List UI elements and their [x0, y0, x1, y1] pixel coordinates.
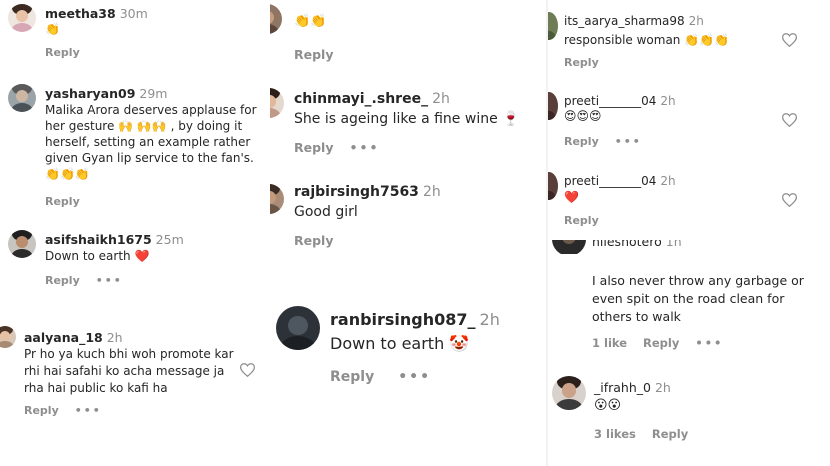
timestamp: 30m — [119, 6, 148, 21]
username[interactable]: meetha38 — [45, 6, 116, 21]
comment-item: rajbirsingh7563 2h Good girl Reply — [270, 180, 546, 254]
reply-button[interactable]: Reply — [564, 56, 599, 69]
cropped-header: nilesnotero 1h — [548, 240, 830, 254]
comment-text: 😮😮 — [594, 398, 622, 413]
comment-text: She is ageing like a fine wine 🍷 — [294, 111, 520, 127]
comment-item: aalyana_18 2h Pr ho ya kuch bhi woh promo… — [0, 324, 270, 424]
heart-outline-icon[interactable] — [781, 112, 798, 131]
comment-item: preeti_______04 2h ❤️ Reply — [548, 168, 830, 226]
comment-item: nilesnotero 1h I also never throw any gar… — [548, 240, 830, 356]
comment-item: ranbirsingh087_ 2h Down to earth 🤡 Reply •… — [270, 300, 546, 400]
more-options-button[interactable]: ••• — [615, 135, 642, 148]
comment-item: _ifrahh_0 2h 😮😮 3 likes Reply — [548, 372, 830, 452]
reply-button[interactable]: Reply — [330, 369, 374, 385]
comment-text: 👏 — [45, 22, 60, 36]
reply-button[interactable]: Reply — [294, 233, 333, 248]
avatar[interactable] — [552, 240, 586, 254]
comment-text: responsible woman 👏👏👏 — [564, 33, 730, 47]
comments-panel-1: meetha38 30m 👏 Reply yasharyan09 29m Malik… — [0, 0, 270, 466]
username[interactable]: preeti_______04 — [564, 174, 656, 188]
reply-button[interactable]: Reply — [45, 46, 80, 59]
avatar[interactable] — [270, 88, 284, 118]
username[interactable]: _ifrahh_0 — [594, 380, 651, 395]
comment-text: Malika Arora deserves applause for her g… — [45, 103, 257, 181]
avatar[interactable] — [270, 4, 282, 34]
likes-count[interactable]: 3 likes — [594, 427, 636, 441]
heart-outline-icon[interactable] — [781, 32, 798, 51]
timestamp: 2h — [479, 310, 500, 329]
timestamp: 1h — [665, 240, 682, 249]
timestamp: 29m — [139, 86, 168, 101]
username[interactable]: preeti_______04 — [564, 94, 656, 108]
username[interactable]: asifshaikh1675 — [45, 232, 152, 247]
reply-button[interactable]: Reply — [652, 427, 688, 441]
username[interactable]: yasharyan09 — [45, 86, 135, 101]
comment-item: chinmayi_.shree_ 2h She is ageing like a … — [270, 86, 546, 166]
comment-text: 👏👏 — [294, 14, 327, 29]
comment-text: Down to earth ❤️ — [45, 249, 150, 263]
reply-button[interactable]: Reply — [564, 214, 599, 226]
more-options-button[interactable]: ••• — [75, 404, 102, 417]
timestamp: 25m — [155, 232, 184, 247]
comment-text: ❤️ — [564, 190, 579, 204]
comment-text: Pr ho ya kuch bhi woh promote kar rhi ha… — [24, 347, 234, 395]
comment-text: 😍😍😍 — [564, 109, 602, 123]
reply-button[interactable]: Reply — [24, 404, 59, 417]
avatar[interactable] — [8, 84, 36, 112]
reply-button[interactable]: Reply — [564, 135, 599, 148]
reply-button[interactable]: Reply — [643, 336, 679, 350]
reply-button[interactable]: Reply — [45, 195, 80, 208]
comment-text: Good girl — [294, 204, 358, 220]
comment-item: its_aarya_sharma98 2h responsible woman 👏… — [548, 8, 830, 74]
username[interactable]: rajbirsingh7563 — [294, 184, 419, 200]
timestamp: 2h — [660, 94, 676, 108]
comment-item: yasharyan09 29m Malika Arora deserves app… — [0, 80, 270, 210]
heart-outline-icon[interactable] — [239, 362, 256, 381]
reply-button[interactable]: Reply — [294, 140, 333, 155]
avatar[interactable] — [548, 12, 558, 40]
avatar[interactable] — [548, 172, 558, 200]
comment-text: Down to earth 🤡 — [330, 334, 470, 353]
username[interactable]: aalyana_18 — [24, 330, 103, 345]
avatar[interactable] — [276, 306, 320, 350]
comments-panel-3: its_aarya_sharma98 2h responsible woman 👏… — [548, 0, 830, 466]
comment-text: I also never throw any garbage or even s… — [592, 273, 804, 324]
more-options-button[interactable]: ••• — [695, 336, 723, 350]
timestamp: 2h — [660, 174, 676, 188]
username[interactable]: nilesnotero — [592, 240, 662, 249]
username[interactable]: chinmayi_.shree_ — [294, 91, 428, 107]
avatar[interactable] — [8, 4, 36, 32]
comment-item: meetha38 30m 👏 Reply — [0, 0, 270, 70]
comment-item: 👏👏 Reply — [270, 0, 546, 70]
timestamp: 2h — [688, 14, 704, 28]
avatar[interactable] — [270, 184, 284, 214]
comment-item: preeti_______04 2h 😍😍😍 Reply ••• — [548, 88, 830, 154]
more-options-button[interactable]: ••• — [96, 274, 123, 287]
reply-button[interactable]: Reply — [45, 274, 80, 287]
more-options-button[interactable]: ••• — [398, 369, 431, 385]
timestamp: 2h — [422, 184, 441, 200]
avatar[interactable] — [8, 230, 36, 258]
comment-item: asifshaikh1675 25m Down to earth ❤️ Reply… — [0, 226, 270, 296]
avatar[interactable] — [0, 326, 16, 348]
more-options-button[interactable]: ••• — [349, 140, 379, 155]
avatar[interactable] — [552, 376, 586, 410]
username[interactable]: ranbirsingh087_ — [330, 310, 476, 329]
heart-outline-icon[interactable] — [781, 192, 798, 211]
timestamp: 2h — [432, 91, 450, 107]
comments-panel-2: 👏👏 Reply chinmayi_.shree_ 2h She is agein… — [270, 0, 546, 466]
timestamp: 2h — [654, 380, 671, 395]
avatar[interactable] — [548, 92, 558, 120]
reply-button[interactable]: Reply — [294, 47, 333, 62]
likes-count[interactable]: 1 like — [592, 336, 627, 350]
timestamp: 2h — [106, 330, 123, 345]
username[interactable]: its_aarya_sharma98 — [564, 14, 685, 28]
